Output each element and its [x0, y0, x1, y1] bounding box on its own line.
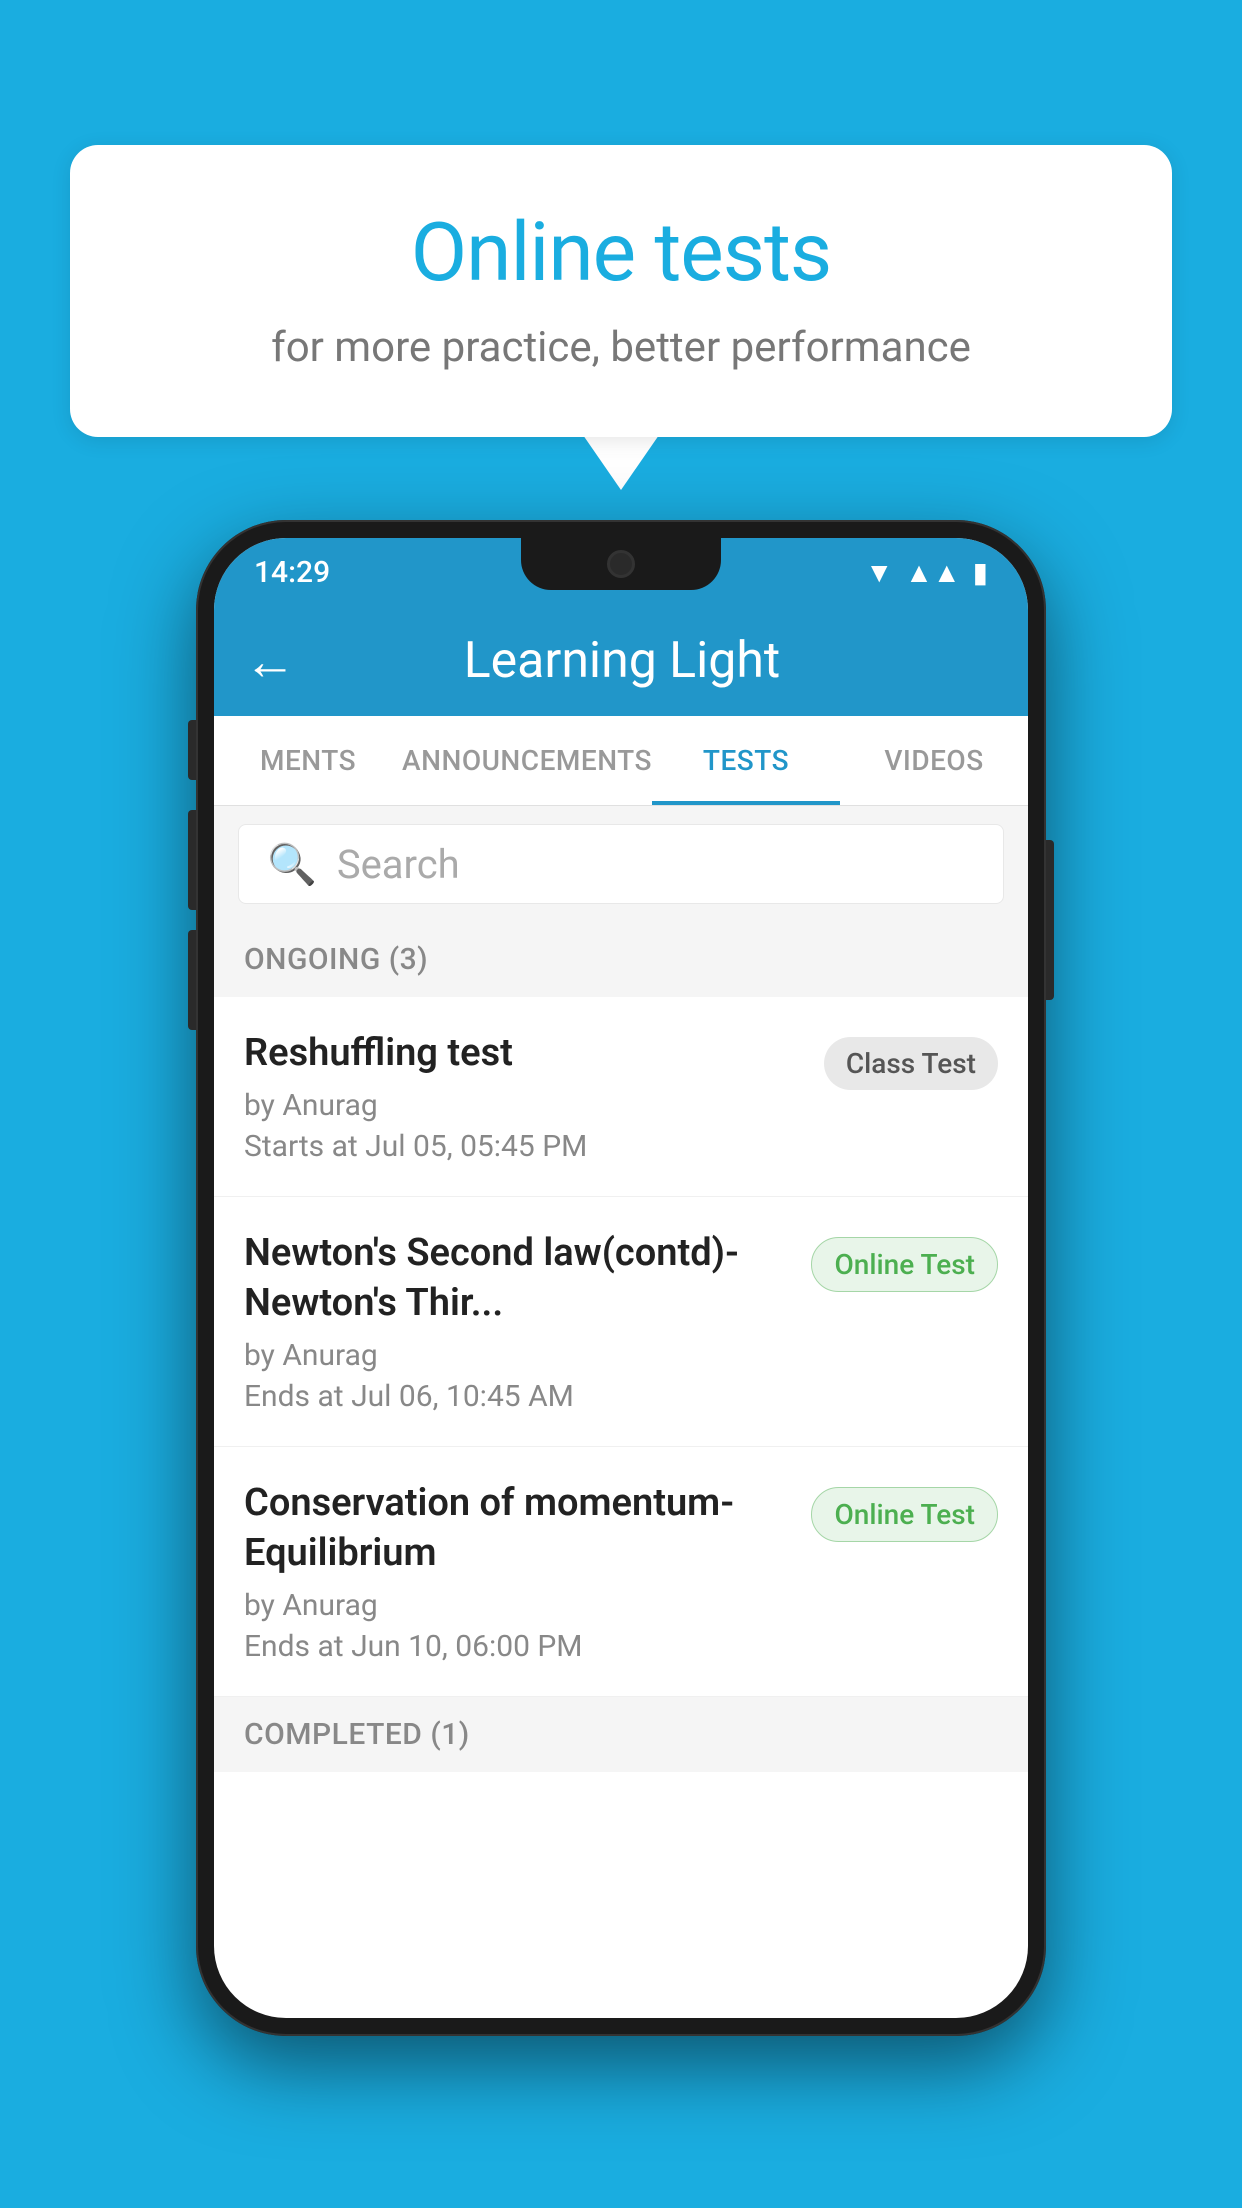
battery-icon: ▮: [973, 556, 988, 589]
back-button[interactable]: ←: [244, 631, 296, 692]
signal-icon: ▲▲: [905, 556, 960, 589]
test-by-3: by Anurag: [244, 1588, 791, 1623]
completed-section-header: COMPLETED (1): [214, 1697, 1028, 1772]
phone-outer-frame: 14:29 ▼ ▲▲ ▮ ← Learning Light MENTS ANNO…: [196, 520, 1046, 2036]
phone-camera: [607, 550, 635, 578]
speech-bubble-subtitle: for more practice, better performance: [140, 323, 1102, 372]
test-info-3: Conservation of momentum-Equilibrium by …: [244, 1479, 811, 1664]
test-badge-1: Class Test: [824, 1037, 998, 1090]
test-item-3[interactable]: Conservation of momentum-Equilibrium by …: [214, 1447, 1028, 1697]
phone-screen: 14:29 ▼ ▲▲ ▮ ← Learning Light MENTS ANNO…: [214, 538, 1028, 2018]
status-time: 14:29: [254, 555, 330, 590]
phone-notch: [521, 538, 721, 590]
phone-side-button-3: [188, 930, 196, 1030]
test-info-1: Reshuffling test by Anurag Starts at Jul…: [244, 1029, 824, 1164]
tab-assignments[interactable]: MENTS: [214, 716, 402, 805]
speech-bubble-title: Online tests: [140, 205, 1102, 301]
wifi-icon: ▼: [865, 556, 893, 589]
ongoing-section-header: ONGOING (3): [214, 922, 1028, 997]
app-title: Learning Light: [326, 632, 918, 690]
phone-side-button-2: [188, 810, 196, 910]
tab-tests[interactable]: TESTS: [652, 716, 840, 805]
speech-bubble-arrow: [583, 435, 659, 490]
speech-bubble-section: Online tests for more practice, better p…: [70, 145, 1172, 490]
test-name-2: Newton's Second law(contd)-Newton's Thir…: [244, 1229, 791, 1328]
test-list: Reshuffling test by Anurag Starts at Jul…: [214, 997, 1028, 1697]
test-item-1[interactable]: Reshuffling test by Anurag Starts at Jul…: [214, 997, 1028, 1197]
test-info-2: Newton's Second law(contd)-Newton's Thir…: [244, 1229, 811, 1414]
tab-bar: MENTS ANNOUNCEMENTS TESTS VIDEOS: [214, 716, 1028, 806]
test-time-3: Ends at Jun 10, 06:00 PM: [244, 1629, 791, 1664]
test-badge-2: Online Test: [811, 1237, 998, 1292]
tab-videos[interactable]: VIDEOS: [840, 716, 1028, 805]
tab-announcements[interactable]: ANNOUNCEMENTS: [402, 716, 652, 805]
test-item-2[interactable]: Newton's Second law(contd)-Newton's Thir…: [214, 1197, 1028, 1447]
status-icons: ▼ ▲▲ ▮: [865, 556, 988, 589]
search-input[interactable]: Search: [337, 841, 460, 888]
search-container: 🔍 Search: [214, 806, 1028, 922]
app-header: ← Learning Light: [214, 606, 1028, 716]
phone-side-button-1: [188, 720, 196, 780]
search-bar[interactable]: 🔍 Search: [238, 824, 1004, 904]
test-by-2: by Anurag: [244, 1338, 791, 1373]
search-icon: 🔍: [267, 841, 317, 888]
phone-power-button: [1046, 840, 1054, 1000]
test-time-1: Starts at Jul 05, 05:45 PM: [244, 1129, 804, 1164]
test-name-1: Reshuffling test: [244, 1029, 804, 1078]
speech-bubble: Online tests for more practice, better p…: [70, 145, 1172, 437]
test-by-1: by Anurag: [244, 1088, 804, 1123]
test-badge-3: Online Test: [811, 1487, 998, 1542]
test-name-3: Conservation of momentum-Equilibrium: [244, 1479, 791, 1578]
phone-mockup: 14:29 ▼ ▲▲ ▮ ← Learning Light MENTS ANNO…: [196, 520, 1046, 2036]
test-time-2: Ends at Jul 06, 10:45 AM: [244, 1379, 791, 1414]
